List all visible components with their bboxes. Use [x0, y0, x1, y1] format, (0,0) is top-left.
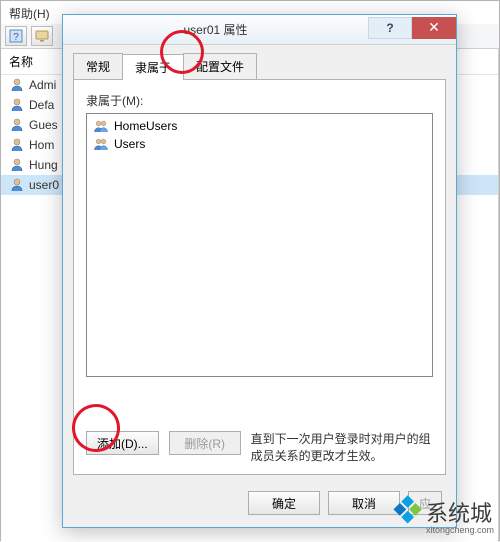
- group-icon: [93, 118, 109, 134]
- group-icon: [93, 136, 109, 152]
- user-list-label: Admi: [29, 78, 56, 92]
- user-icon: [9, 157, 25, 173]
- member-of-label: 隶属于(M):: [86, 92, 433, 109]
- dialog-close-button[interactable]: ✕: [412, 17, 456, 39]
- ok-button[interactable]: 确定: [248, 491, 320, 515]
- dialog-titlebar[interactable]: user01 属性 ? ✕: [63, 15, 456, 45]
- toolbar-help-icon[interactable]: ?: [5, 26, 27, 46]
- user-icon: [9, 117, 25, 133]
- user-icon: [9, 137, 25, 153]
- dialog-title: user01 属性: [63, 21, 368, 38]
- tab-strip: 常规 隶属于 配置文件: [73, 53, 446, 79]
- watermark-url: xitongcheng.com: [426, 526, 494, 535]
- user-list-label: user0: [29, 178, 59, 192]
- group-listbox[interactable]: HomeUsers Users: [86, 113, 433, 377]
- tab-member-of[interactable]: 隶属于: [122, 54, 184, 80]
- user-list-label: Hom: [29, 138, 54, 152]
- user-icon: [9, 77, 25, 93]
- watermark: 系统城 xitongcheng.com: [382, 495, 494, 535]
- tab-profile[interactable]: 配置文件: [183, 53, 257, 79]
- tab-panel-member-of: 隶属于(M): HomeUsers Users 添加(D)... 删除(R) 直到…: [73, 79, 446, 475]
- svg-text:?: ?: [13, 32, 19, 43]
- user-icon: [9, 177, 25, 193]
- user-list-label: Hung: [29, 158, 58, 172]
- watermark-brand: 系统城: [426, 501, 492, 526]
- membership-note: 直到下一次用户登录时对用户的组成员关系的更改才生效。: [251, 431, 433, 465]
- tab-general[interactable]: 常规: [73, 53, 123, 79]
- add-button[interactable]: 添加(D)...: [86, 431, 159, 455]
- group-list-item[interactable]: Users: [91, 135, 428, 153]
- user-list-label: Gues: [29, 118, 58, 132]
- group-list-label: Users: [114, 137, 145, 151]
- group-list-label: HomeUsers: [114, 119, 177, 133]
- remove-button: 删除(R): [169, 431, 241, 455]
- watermark-logo-icon: [382, 495, 422, 535]
- user-icon: [9, 97, 25, 113]
- properties-dialog: user01 属性 ? ✕ 常规 隶属于 配置文件 隶属于(M): HomeUs…: [62, 14, 457, 528]
- dialog-help-button[interactable]: ?: [368, 17, 412, 39]
- user-list-label: Defa: [29, 98, 54, 112]
- toolbar-monitor-icon[interactable]: [31, 26, 53, 46]
- group-list-item[interactable]: HomeUsers: [91, 117, 428, 135]
